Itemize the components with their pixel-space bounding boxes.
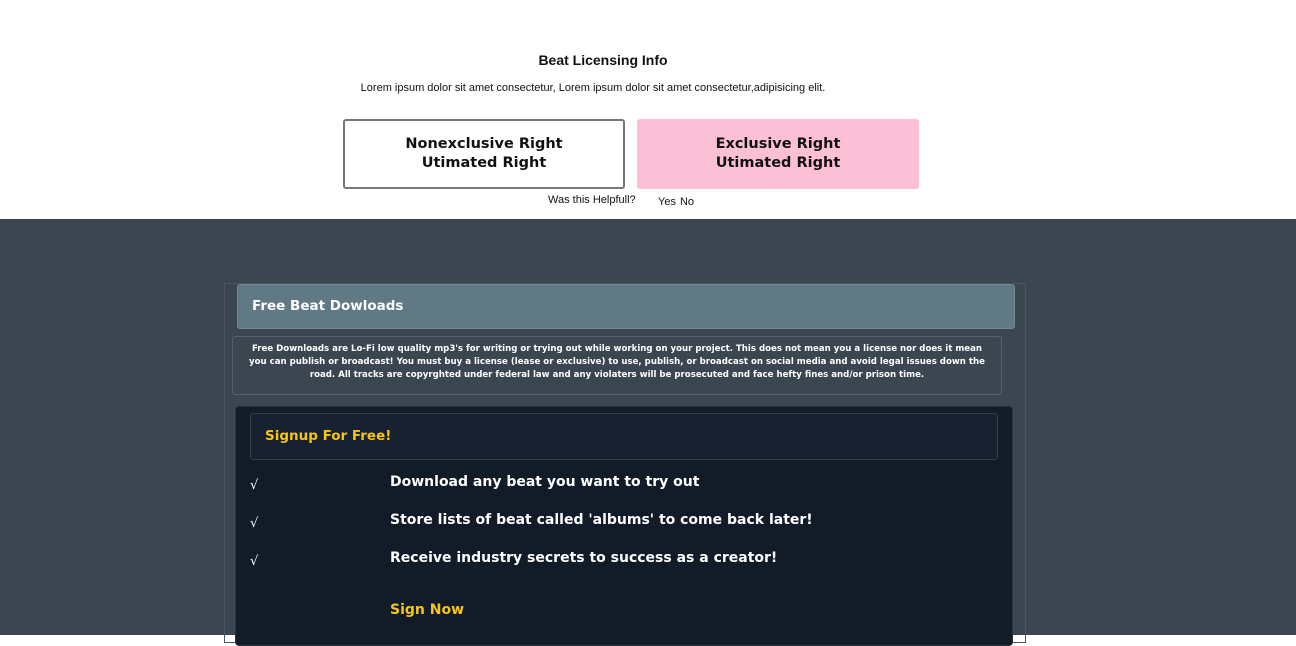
feature-item: √ Download any beat you want to try out bbox=[236, 474, 1012, 496]
page-subtitle: Lorem ipsum dolor sit amet consectetur, … bbox=[360, 82, 826, 94]
nonexclusive-title: Nonexclusive Right bbox=[405, 136, 563, 152]
free-downloads-panel: Free Beat Dowloads Free Downloads are Lo… bbox=[224, 283, 1026, 646]
page-title: Beat Licensing Info bbox=[538, 52, 668, 68]
helpful-question: Was this Helpfull? bbox=[548, 194, 636, 206]
exclusive-subtitle: Utimated Right bbox=[715, 155, 841, 171]
nonexclusive-subtitle: Utimated Right bbox=[421, 155, 547, 171]
nonexclusive-license-card[interactable]: Nonexclusive Right Utimated Right bbox=[343, 119, 625, 189]
helpful-no-link[interactable]: No bbox=[680, 196, 694, 208]
helpful-feedback: Yes No bbox=[658, 196, 698, 208]
licensing-section: Beat Licensing Info Lorem ipsum dolor si… bbox=[0, 0, 1296, 219]
feature-item: √ Receive industry secrets to success as… bbox=[236, 550, 1012, 572]
sign-now-button[interactable]: Sign Now bbox=[390, 602, 464, 618]
downloads-disclaimer: Free Downloads are Lo-Fi low quality mp3… bbox=[232, 336, 1002, 395]
checkmark-icon: √ bbox=[250, 478, 259, 493]
feature-text: Download any beat you want to try out bbox=[390, 474, 700, 490]
checkmark-icon: √ bbox=[250, 554, 259, 569]
exclusive-license-card[interactable]: Exclusive Right Utimated Right bbox=[637, 119, 919, 189]
free-downloads-header: Free Beat Dowloads bbox=[237, 284, 1015, 329]
exclusive-title: Exclusive Right bbox=[715, 136, 841, 152]
feature-item: √ Store lists of beat called 'albums' to… bbox=[236, 512, 1012, 534]
helpful-yes-link[interactable]: Yes bbox=[658, 196, 676, 208]
signup-title: Signup For Free! bbox=[250, 413, 998, 460]
downloads-section: Free Beat Dowloads Free Downloads are Lo… bbox=[0, 219, 1296, 646]
feature-text: Store lists of beat called 'albums' to c… bbox=[390, 512, 813, 528]
feature-text: Receive industry secrets to success as a… bbox=[390, 550, 778, 566]
checkmark-icon: √ bbox=[250, 516, 259, 531]
signup-box: Signup For Free! √ Download any beat you… bbox=[235, 406, 1013, 646]
